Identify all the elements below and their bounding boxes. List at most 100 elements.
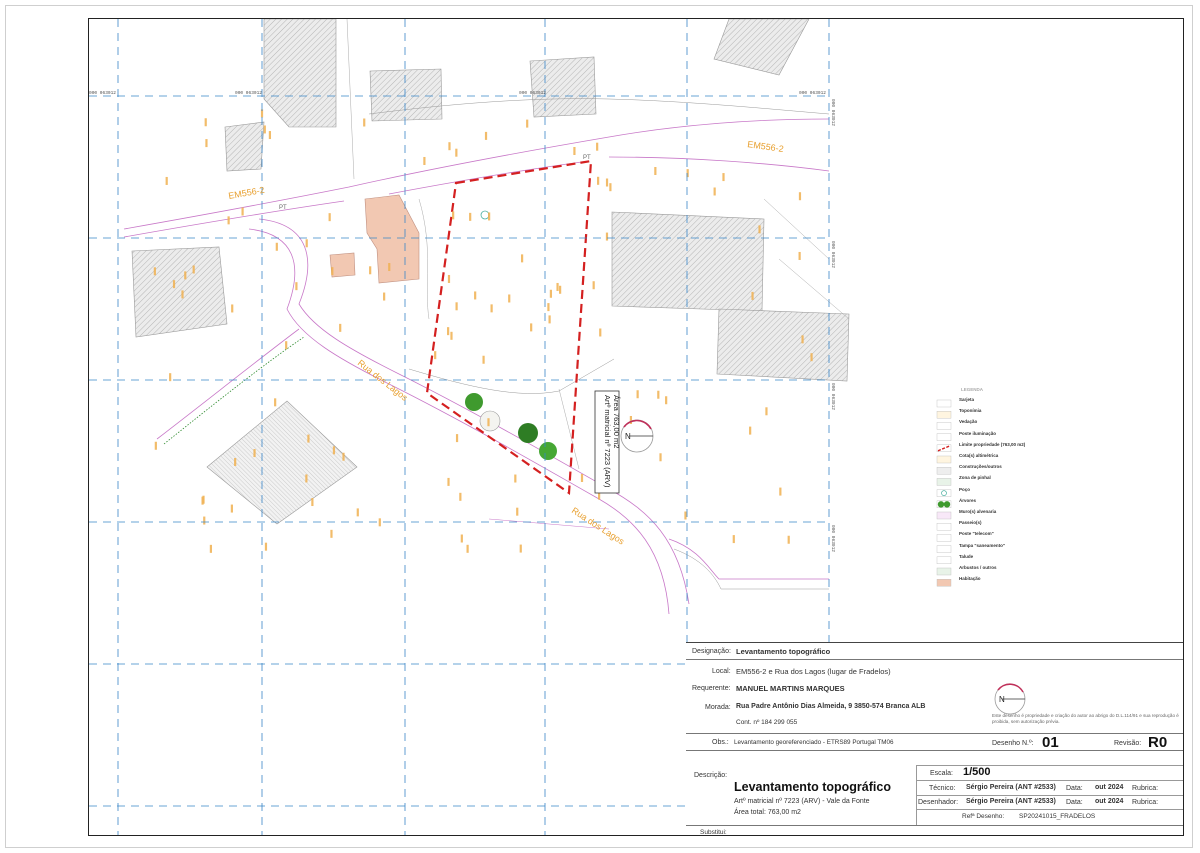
elevation-mark [423, 156, 426, 165]
legend-item-label: Poste "telecom" [959, 531, 994, 537]
elevation-mark [474, 291, 477, 300]
pt-label: PT [279, 205, 287, 211]
building [206, 400, 358, 525]
pt-label: PT [583, 155, 591, 161]
elevation-mark [231, 304, 234, 313]
elevation-mark [154, 441, 157, 450]
desenhador-label: Desenhador: [918, 799, 959, 806]
substitui-label: Substitui: [700, 829, 727, 836]
building [263, 19, 337, 128]
elevation-mark [609, 183, 612, 192]
elevation-mark [466, 544, 469, 553]
elevation-mark [274, 398, 277, 407]
divider [916, 765, 1183, 766]
elevation-mark [519, 544, 522, 553]
elevation-mark [230, 504, 233, 513]
divider [916, 765, 917, 825]
elevation-mark [448, 142, 451, 151]
legend-title: LEGENDA [961, 387, 984, 392]
legend-item-label: Habitação [959, 576, 981, 582]
divider [686, 750, 1183, 751]
elevation-mark [305, 474, 308, 483]
divider [686, 825, 1183, 826]
requerente-value: MANUEL MARTINS MARQUES [736, 684, 845, 693]
elevation-mark [599, 328, 602, 337]
elevation-mark [469, 212, 472, 221]
elevation-mark [264, 542, 268, 551]
tree-outline [479, 410, 501, 432]
ref-value: SP20241015_FRADELOS [1019, 813, 1096, 820]
elevation-mark [172, 280, 176, 289]
elevation-mark [275, 242, 278, 251]
elevation-mark [547, 303, 550, 312]
data-label: Data: [1066, 785, 1083, 792]
escala-label: Escala: [930, 770, 953, 777]
elevation-mark [192, 265, 195, 274]
rubrica-label: Rubrica: [1132, 799, 1159, 806]
legend-item-label: Passeio(s) [959, 520, 982, 526]
elevation-mark [508, 294, 511, 303]
elevation-mark [307, 434, 310, 443]
elevation-mark [597, 176, 600, 185]
road-label-em556-2-east: EM556-2 [747, 139, 785, 154]
elevation-mark [311, 498, 314, 507]
data-label: Data: [1066, 799, 1083, 806]
well [480, 210, 490, 220]
divider [686, 659, 1183, 660]
elevation-mark [810, 353, 813, 362]
tree [518, 423, 538, 443]
morada-value: Rua Padre Antônio Dias Almeida, 9 3850-5… [736, 703, 926, 710]
elevation-mark [332, 446, 336, 455]
legend-item-label: Arbustos / outros [959, 565, 997, 570]
descricao-line2: Área total: 763,00 m2 [734, 809, 801, 816]
elevation-mark [450, 331, 453, 340]
elevation-mark [227, 216, 230, 225]
designacao-value: Levantamento topográfico [736, 647, 831, 656]
elevation-mark [447, 274, 451, 283]
elevation-mark [657, 390, 660, 399]
property-limit [425, 159, 593, 496]
elevation-mark [342, 452, 345, 461]
elevation-mark [798, 192, 802, 201]
building [529, 56, 597, 118]
grid-coordinate-label: 000 063012 [830, 383, 836, 410]
elevation-mark [605, 232, 609, 241]
desenho-value: 01 [1042, 734, 1059, 751]
house [364, 194, 420, 284]
obs-value: Levantamento georeferenciado - ETRS89 Po… [734, 739, 894, 746]
grid-coordinate-label: 000 063012 [799, 90, 826, 96]
legend-item-label: Talude [959, 553, 974, 559]
elevation-mark [779, 487, 782, 496]
divider [916, 780, 1183, 781]
elevation-mark [573, 146, 576, 155]
elevation-mark [713, 187, 716, 196]
elevation-mark [596, 142, 599, 151]
elevation-mark [530, 323, 533, 332]
elevation-mark [459, 492, 462, 501]
legend-item-label: Toponímia [959, 408, 982, 414]
grid-coordinate-label: 000 063012 [830, 241, 836, 268]
elevation-mark [659, 453, 662, 462]
elevation-mark [241, 207, 244, 216]
obs-label: Obs.: [712, 739, 729, 746]
elevation-mark [203, 516, 206, 525]
trees [465, 210, 557, 460]
legend-item-label: Poste iluminação [959, 430, 997, 436]
legend-item-label: Cota(s) altimétrica [959, 453, 999, 458]
elevation-mark [356, 508, 359, 517]
copyright-note: Este desenho é propriedade e criação do … [992, 713, 1179, 718]
grid-coordinate-label: 000 063012 [830, 525, 836, 552]
elevation-mark [801, 335, 804, 344]
elevation-mark [520, 254, 524, 263]
elevation-mark [559, 285, 562, 294]
parcel-label-line1: Artº matricial nº 7223 (ARV) [603, 395, 612, 488]
legend: LEGENDA Sarjeta Toponímia Vedação Poste ilu… [937, 387, 1047, 602]
elevation-mark [295, 282, 298, 291]
elevation-mark [526, 119, 529, 128]
legend-item-label: Zona de pinhal [959, 475, 991, 481]
elevation-mark [268, 131, 272, 140]
elevation-mark [305, 239, 308, 248]
elevation-mark [514, 474, 517, 483]
north-arrow-icon: N [620, 419, 654, 453]
elevation-mark [205, 139, 208, 148]
